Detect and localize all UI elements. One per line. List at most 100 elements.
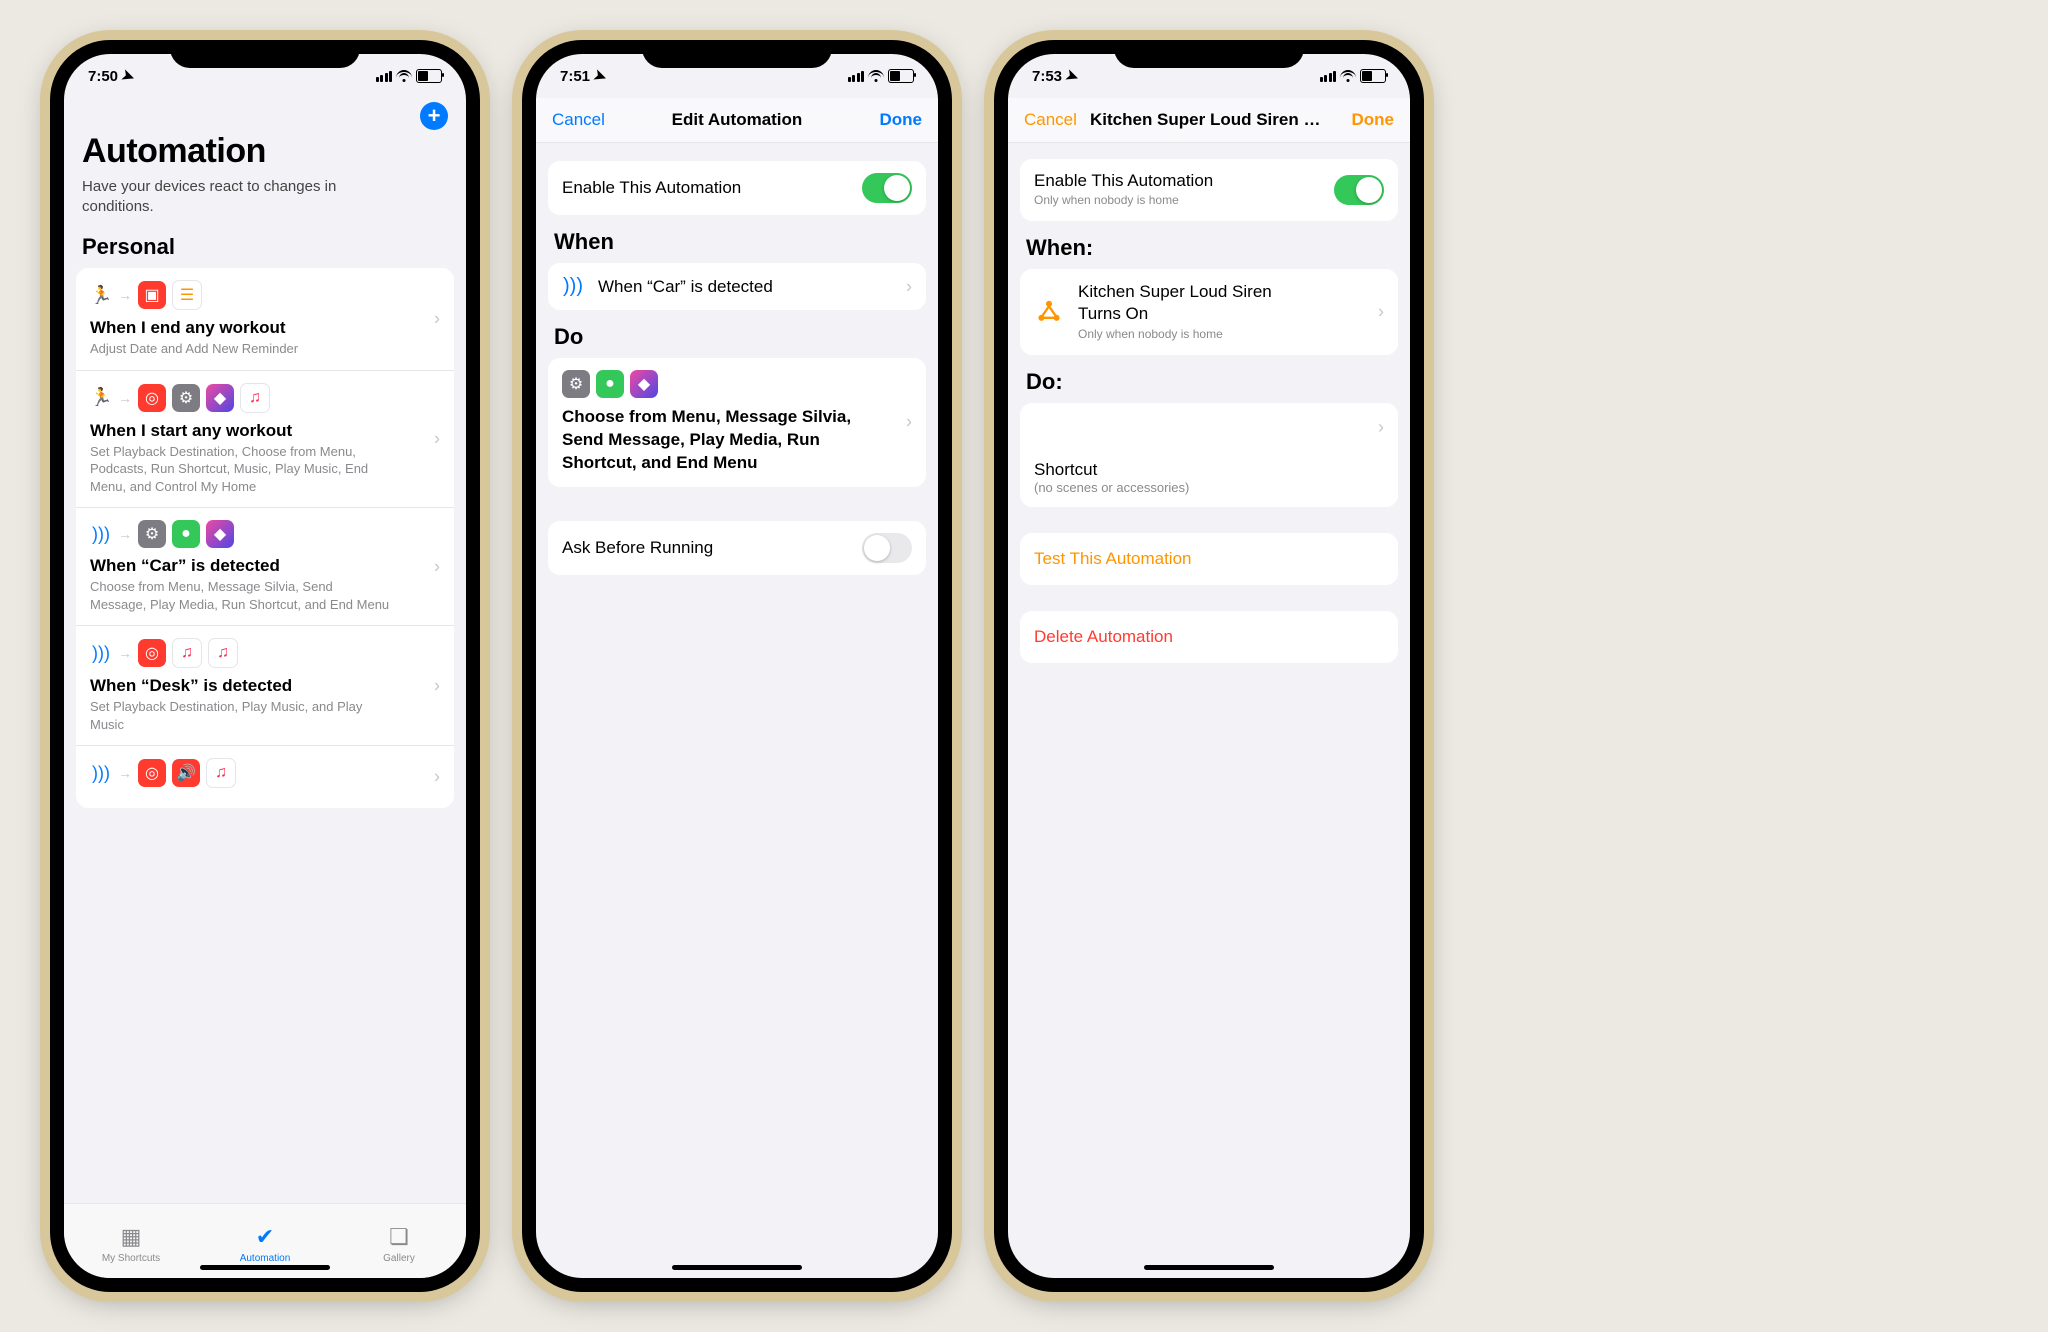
battery-icon <box>1360 69 1386 83</box>
section-do: Do <box>536 310 938 358</box>
chevron-right-icon: › <box>434 556 440 577</box>
chevron-right-icon: › <box>906 276 912 297</box>
grid-icon: ▦ <box>121 1224 142 1250</box>
settings-icon: ⚙ <box>562 370 590 398</box>
phone-edit-automation: 7:51 ➤ Cancel Edit Automation Done Enabl… <box>522 40 952 1292</box>
automation-title: When I start any workout <box>90 421 440 441</box>
arrow-icon: → <box>118 390 132 406</box>
do-row[interactable]: ⚙●◆ Choose from Menu, Message Silvia, Se… <box>548 358 926 487</box>
test-automation-button[interactable]: Test This Automation <box>1020 533 1398 585</box>
enable-sub: Only when nobody is home <box>1034 193 1179 207</box>
chevron-right-icon: › <box>906 412 912 433</box>
chevron-right-icon: › <box>1378 302 1384 323</box>
music-icon: ♫ <box>208 638 238 668</box>
when-text: When “Car” is detected <box>598 277 773 297</box>
airplay-icon: ◎ <box>138 639 166 667</box>
page-subtitle: Have your devices react to changes in co… <box>82 177 382 216</box>
page-title: Automation <box>82 132 448 171</box>
do-text: Choose from Menu, Message Silvia, Send M… <box>562 406 862 475</box>
toggle-enable[interactable] <box>862 173 912 203</box>
nav-title: Kitchen Super Loud Siren Turn… <box>1084 110 1334 130</box>
done-button[interactable]: Done <box>1334 110 1394 130</box>
toggle-ask[interactable] <box>862 533 912 563</box>
signal-icon <box>848 71 865 82</box>
toggle-enable[interactable] <box>1334 175 1384 205</box>
tab-label: Automation <box>240 1253 291 1264</box>
nfc-icon: ))) <box>562 275 584 298</box>
home-indicator[interactable] <box>1144 1265 1274 1270</box>
done-button[interactable]: Done <box>862 110 922 130</box>
automation-row[interactable]: 🏃→◎⚙◆♫ When I start any workout Set Play… <box>76 370 454 508</box>
phone-home-automation: 7:53 ➤ Cancel Kitchen Super Loud Siren T… <box>994 40 1424 1292</box>
automation-sub: Adjust Date and Add New Reminder <box>90 340 390 358</box>
wifi-icon <box>396 70 412 82</box>
enable-label: Enable This Automation <box>1034 171 1213 191</box>
automation-list: 🏃→▣☰ When I end any workout Adjust Date … <box>76 268 454 808</box>
shortcut-sub: (no scenes or accessories) <box>1034 480 1384 495</box>
automation-title: When I end any workout <box>90 318 440 338</box>
messages-icon: ● <box>596 370 624 398</box>
cancel-button[interactable]: Cancel <box>552 110 612 130</box>
home-indicator[interactable] <box>200 1265 330 1270</box>
arrow-icon: → <box>118 287 132 303</box>
delete-automation-button[interactable]: Delete Automation <box>1020 611 1398 663</box>
chevron-right-icon: › <box>434 675 440 696</box>
when-row[interactable]: ))) When “Car” is detected › <box>548 263 926 310</box>
running-icon: 🏃 <box>90 387 112 408</box>
chevron-right-icon: › <box>1378 417 1384 438</box>
automation-row[interactable]: )))→◎🔊♫ › <box>76 745 454 808</box>
automation-sub: Choose from Menu, Message Silvia, Send M… <box>90 578 390 613</box>
settings-icon: ⚙ <box>172 384 200 412</box>
reminders-icon: ☰ <box>172 280 202 310</box>
home-indicator[interactable] <box>672 1265 802 1270</box>
status-time: 7:51 <box>560 68 590 85</box>
airplay-icon: ◎ <box>138 759 166 787</box>
tab-gallery[interactable]: ❏ Gallery <box>332 1204 466 1278</box>
enable-automation-row[interactable]: Enable This Automation Only when nobody … <box>1020 159 1398 221</box>
when-row[interactable]: Kitchen Super Loud Siren Turns On Only w… <box>1020 269 1398 355</box>
automation-title: When “Car” is detected <box>90 556 440 576</box>
settings-icon: ⚙ <box>138 520 166 548</box>
sound-icon: 🔊 <box>172 759 200 787</box>
nfc-icon: ))) <box>90 524 112 545</box>
location-icon: ➤ <box>1064 65 1082 86</box>
signal-icon <box>376 71 393 82</box>
running-icon: 🏃 <box>90 285 112 306</box>
shortcut-title: Shortcut <box>1034 460 1384 480</box>
notch <box>170 40 360 68</box>
tab-label: My Shortcuts <box>102 1253 160 1264</box>
arrow-icon: → <box>118 526 132 542</box>
automation-row[interactable]: )))→◎♫♫ When “Desk” is detected Set Play… <box>76 625 454 745</box>
airplay-icon: ◎ <box>138 384 166 412</box>
cancel-button[interactable]: Cancel <box>1024 110 1084 130</box>
stack-icon: ❏ <box>389 1224 409 1250</box>
homekit-accessory-icon <box>1034 297 1064 327</box>
status-time: 7:53 <box>1032 68 1062 85</box>
automation-row[interactable]: )))→⚙●◆ When “Car” is detected Choose fr… <box>76 507 454 625</box>
chevron-right-icon: › <box>434 767 440 788</box>
when-title: Kitchen Super Loud Siren Turns On <box>1078 281 1308 325</box>
location-icon: ➤ <box>592 65 610 86</box>
notch <box>1114 40 1304 68</box>
section-do: Do: <box>1008 355 1410 403</box>
status-time: 7:50 <box>88 68 118 85</box>
notch <box>642 40 832 68</box>
add-button[interactable]: + <box>420 102 448 130</box>
location-icon: ➤ <box>120 65 138 86</box>
messages-icon: ● <box>172 520 200 548</box>
section-personal: Personal <box>64 220 466 268</box>
battery-icon <box>416 69 442 83</box>
automation-sub: Set Playback Destination, Choose from Me… <box>90 443 390 496</box>
music-icon: ♫ <box>172 638 202 668</box>
shortcut-row[interactable]: › Shortcut (no scenes or accessories) <box>1020 403 1398 507</box>
when-sub: Only when nobody is home <box>1078 327 1223 341</box>
automation-row[interactable]: 🏃→▣☰ When I end any workout Adjust Date … <box>76 268 454 370</box>
ask-before-running-row[interactable]: Ask Before Running <box>548 521 926 575</box>
shortcuts-icon: ◆ <box>206 384 234 412</box>
arrow-icon: → <box>118 645 132 661</box>
nfc-icon: ))) <box>90 643 112 664</box>
automation-title: When “Desk” is detected <box>90 676 440 696</box>
section-when: When: <box>1008 221 1410 269</box>
enable-automation-row[interactable]: Enable This Automation <box>548 161 926 215</box>
tab-shortcuts[interactable]: ▦ My Shortcuts <box>64 1204 198 1278</box>
